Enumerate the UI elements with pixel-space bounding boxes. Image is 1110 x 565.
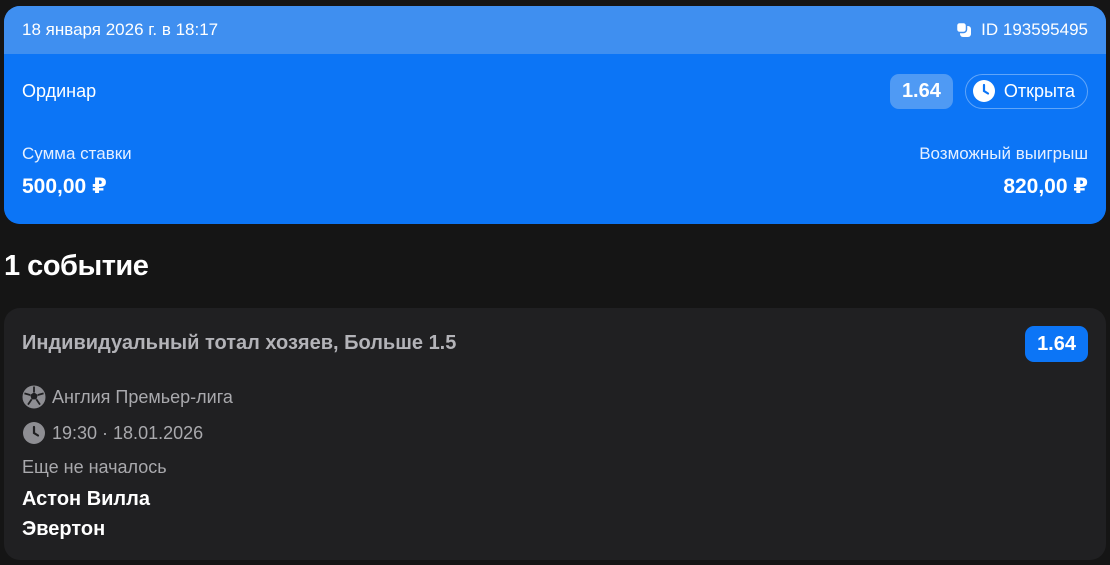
clock-icon xyxy=(972,80,995,102)
soccer-ball-icon xyxy=(22,385,46,409)
bet-header: 18 января 2026 г. в 18:17 ID 193595495 xyxy=(4,6,1106,54)
event-card[interactable]: Индивидуальный тотал хозяев, Больше 1.5 … xyxy=(4,308,1106,560)
bet-type: Ординар xyxy=(22,80,97,101)
bet-id-text: ID 193595495 xyxy=(981,20,1088,39)
bet-id[interactable]: ID 193595495 xyxy=(955,20,1088,40)
event-time: 19:30 · 18.01.2026 xyxy=(22,421,1088,445)
stake-label: Сумма ставки xyxy=(22,144,132,163)
event-coefficient-badge: 1.64 xyxy=(1025,326,1088,362)
events-heading: 1 событие xyxy=(4,250,149,282)
bet-status-label: Открыта xyxy=(1003,80,1075,101)
team-home: Астон Вилла xyxy=(22,488,150,510)
event-market: Индивидуальный тотал хозяев, Больше 1.5 xyxy=(22,332,457,354)
event-time-text: 19:30 · 18.01.2026 xyxy=(52,422,204,443)
win-block: Возможный выигрыш 820,00 ₽ xyxy=(919,144,1088,199)
bet-card: 18 января 2026 г. в 18:17 ID 193595495 О… xyxy=(4,6,1106,224)
bet-datetime: 18 января 2026 г. в 18:17 xyxy=(22,20,219,39)
copy-icon[interactable] xyxy=(955,21,973,39)
event-league: Англия Премьер-лига xyxy=(22,385,1088,409)
event-status: Еще не началось xyxy=(22,457,167,477)
win-value: 820,00 ₽ xyxy=(1003,175,1088,198)
bet-coefficient-badge: 1.64 xyxy=(889,73,953,109)
bet-body: Ординар 1.64 Открыта Сумма ставки 500,00… xyxy=(4,54,1106,224)
win-label: Возможный выигрыш xyxy=(919,144,1088,163)
stake-value: 500,00 ₽ xyxy=(22,175,107,198)
stake-block: Сумма ставки 500,00 ₽ xyxy=(22,144,132,199)
team-away: Эвертон xyxy=(22,518,106,540)
clock-icon xyxy=(23,422,45,444)
event-league-name: Англия Премьер-лига xyxy=(52,386,233,407)
bet-status-badge: Открыта xyxy=(964,73,1088,109)
